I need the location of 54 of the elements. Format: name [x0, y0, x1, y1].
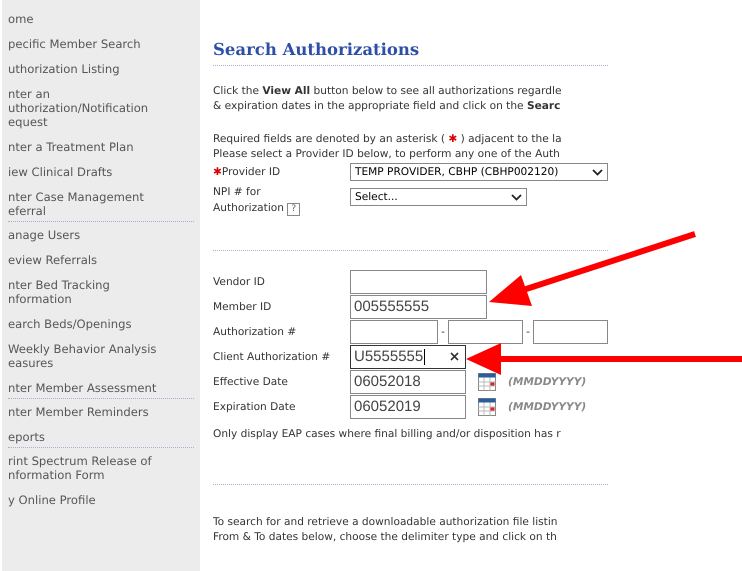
provider-label: ✱Provider ID [213, 166, 282, 178]
instruction-text: & expiration dates in the appropriate field and click on the Searc [213, 99, 562, 114]
required-note: Required fields are denoted by an asterisk ( ✱ ) adjacent to the la [213, 132, 563, 147]
provider-note: Please select a Provider ID below, to perform any one of the Auth [213, 147, 561, 162]
help-icon[interactable]: ? [287, 203, 300, 216]
input-field[interactable]: 005555555 [350, 294, 487, 318]
sidebar-link[interactable]: uthorization Listing [2, 60, 120, 85]
caret-icon [511, 194, 522, 200]
input-field[interactable] [350, 320, 438, 344]
clear-icon[interactable] [450, 352, 459, 361]
sidebar-link[interactable]: earch Beds/Openings [2, 315, 132, 340]
npi-label: NPI # for [213, 185, 262, 200]
input-field[interactable] [350, 270, 487, 294]
caret-icon [592, 168, 603, 176]
npi-label: Authorization [213, 202, 284, 214]
sidebar-link[interactable]: pecific Member Search [2, 35, 141, 60]
input-field[interactable] [533, 320, 608, 344]
sidebar-link[interactable]: nter a Treatment Plan [2, 138, 134, 163]
eap-note: Only display EAP cases where final billing and/or disposition has r [213, 427, 562, 442]
sidebar-link[interactable]: y Online Profile [2, 491, 96, 516]
field-label: Client Authorization # [213, 350, 332, 362]
separator-text: - [440, 326, 446, 338]
calendar-icon[interactable] [478, 398, 496, 416]
sidebar-link[interactable]: eview Referrals [2, 251, 98, 276]
download-instructions: To search for and retrieve a downloadable authorization file listin [213, 515, 558, 530]
sidebar-link[interactable]: nter Member Assessment [2, 379, 156, 404]
page-title: Search Authorizations [213, 40, 420, 59]
field-label: Authorization # [213, 326, 298, 338]
sidebar-link[interactable]: nter an uthorization/Notification equest [2, 85, 148, 138]
sidebar-link[interactable]: rint Spectrum Release of nformation Form [2, 452, 152, 491]
instruction-text: Click the View All button below to see all authorizations regardle [213, 84, 562, 99]
sidebar-link[interactable]: nter Bed Tracking nformation [2, 276, 110, 315]
sidebar-link[interactable]: ome [2, 10, 34, 35]
sidebar-link[interactable]: Weekly Behavior Analysis easures [2, 340, 156, 379]
date-field[interactable]: 06052018 [350, 370, 466, 394]
sidebar-link[interactable]: nter Case Management eferral [2, 188, 144, 227]
npi-select[interactable]: Select... [350, 188, 527, 206]
field-label: Effective Date [213, 376, 289, 388]
input-field[interactable] [448, 320, 523, 344]
date-field[interactable]: 06052019 [350, 394, 466, 418]
field-label: Expiration Date [213, 400, 296, 412]
field-label: Vendor ID [213, 276, 266, 288]
date-format-hint: (MMDDYYYY) [508, 400, 586, 412]
download-instructions: From & To dates below, choose the delimiter type and click on th [213, 530, 558, 545]
sidebar-link[interactable]: nter Member Reminders [2, 403, 149, 428]
separator-text: - [525, 326, 531, 338]
sidebar-link[interactable]: anage Users [2, 226, 80, 251]
sidebar-link[interactable]: iew Clinical Drafts [2, 163, 112, 188]
calendar-icon[interactable] [478, 372, 496, 390]
input-field[interactable]: U5555555 [350, 344, 466, 368]
sidebar-link[interactable]: eports [2, 428, 45, 453]
field-label: Member ID [213, 300, 272, 312]
provider-select[interactable]: TEMP PROVIDER, CBHP (CBHP002120) [350, 163, 608, 181]
date-format-hint: (MMDDYYYY) [508, 376, 586, 388]
